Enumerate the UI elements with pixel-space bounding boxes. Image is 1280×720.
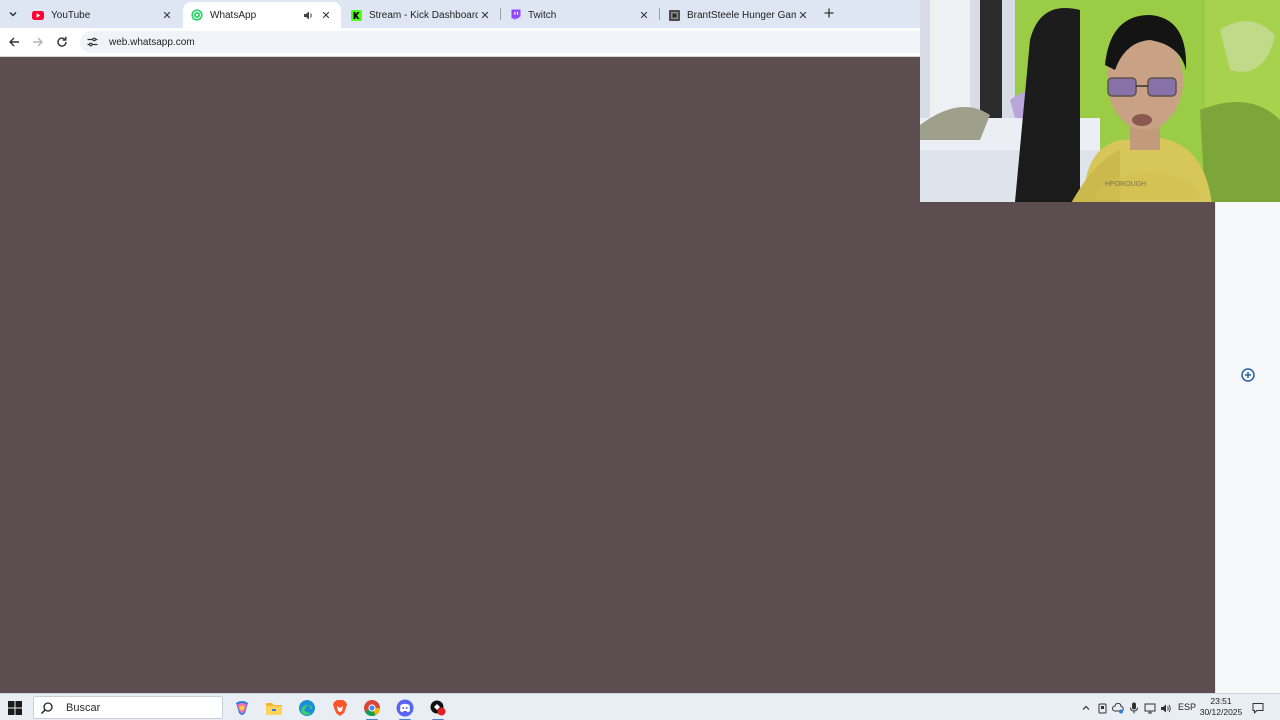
tab-title: BrantSteele Hunger Games Simulator	[687, 9, 796, 21]
twitch-icon	[509, 9, 521, 21]
tab-brantsteele[interactable]: BrantSteele Hunger Games Simulator ✕	[660, 2, 818, 28]
tab-search-button[interactable]	[4, 5, 22, 23]
microphone-icon[interactable]	[1127, 701, 1141, 715]
copilot-app[interactable]	[232, 698, 252, 718]
taskbar-search[interactable]: Buscar	[33, 696, 223, 719]
close-icon[interactable]: ✕	[319, 8, 333, 22]
arrow-right-icon	[33, 37, 43, 47]
back-button[interactable]	[5, 33, 23, 51]
address-url[interactable]: web.whatsapp.com	[109, 37, 195, 48]
close-icon[interactable]: ✕	[637, 8, 651, 22]
discord-app[interactable]	[395, 698, 415, 720]
show-hidden-icons[interactable]	[1079, 701, 1093, 715]
tray-device-icon[interactable]	[1095, 701, 1109, 715]
search-icon	[41, 701, 53, 714]
brantsteele-icon	[668, 9, 680, 21]
notifications-button[interactable]	[1251, 701, 1265, 715]
svg-text:HPOROUGH: HPOROUGH	[1105, 181, 1146, 188]
file-explorer-app[interactable]	[264, 698, 284, 718]
whatsapp-icon	[191, 9, 203, 21]
tab-title: WhatsApp	[210, 9, 257, 21]
tab-title: Twitch	[528, 9, 557, 21]
copilot-icon	[236, 701, 248, 715]
tab-title: YouTube	[51, 9, 91, 21]
chrome-app[interactable]	[362, 698, 382, 720]
clock-date: 30/12/2025	[1199, 707, 1243, 717]
app-icon	[430, 700, 446, 716]
reload-icon	[57, 36, 67, 47]
tab-title: Stream - Kick Dashboard	[369, 9, 478, 21]
speaker-icon[interactable]	[301, 8, 315, 22]
edge-icon	[299, 700, 315, 716]
notification-icon	[1252, 703, 1264, 714]
tab-whatsapp[interactable]: WhatsApp ✕	[183, 2, 341, 28]
discord-icon	[396, 699, 414, 717]
windows-start-icon[interactable]	[6, 699, 24, 717]
close-icon[interactable]: ✕	[160, 8, 174, 22]
brave-app[interactable]	[330, 698, 350, 718]
webcam-image: HPOROUGH	[920, 0, 1280, 202]
arrow-left-icon	[9, 37, 19, 47]
add-circle-icon[interactable]	[1241, 368, 1255, 382]
tab-youtube[interactable]: YouTube ✕	[24, 2, 182, 28]
volume-icon[interactable]	[1159, 701, 1173, 715]
tab-twitch[interactable]: Twitch ✕	[501, 2, 659, 28]
system-clock[interactable]: 23:51 30/12/2025	[1197, 696, 1245, 718]
forward-button[interactable]	[29, 33, 47, 51]
input-language[interactable]: ESP	[1178, 702, 1196, 712]
site-settings-icon[interactable]	[85, 35, 99, 49]
taskbar-app[interactable]	[428, 698, 448, 720]
close-icon[interactable]: ✕	[478, 8, 492, 22]
search-placeholder: Buscar	[66, 701, 101, 714]
kick-icon	[350, 9, 362, 21]
clock-time: 23:51	[1210, 696, 1232, 706]
chevron-down-icon	[9, 11, 17, 17]
brave-icon	[333, 700, 347, 716]
tab-kick-dashboard[interactable]: Stream - Kick Dashboard ✕	[342, 2, 500, 28]
tray-cloud-icon[interactable]	[1111, 701, 1125, 715]
close-icon[interactable]: ✕	[796, 8, 810, 22]
new-tab-button[interactable]	[820, 4, 838, 22]
webcam-overlay: HPOROUGH	[920, 0, 1280, 202]
chevron-up-icon	[1082, 705, 1090, 710]
network-icon[interactable]	[1143, 701, 1157, 715]
file-explorer-icon	[266, 703, 282, 715]
side-panel	[1215, 202, 1280, 693]
chrome-icon	[364, 700, 380, 717]
youtube-icon	[32, 9, 44, 21]
windows-taskbar: Buscar ESP 23:51 30/12/2025	[0, 693, 1280, 720]
edge-app[interactable]	[297, 698, 317, 718]
reload-button[interactable]	[53, 33, 71, 51]
plus-icon	[824, 8, 834, 18]
